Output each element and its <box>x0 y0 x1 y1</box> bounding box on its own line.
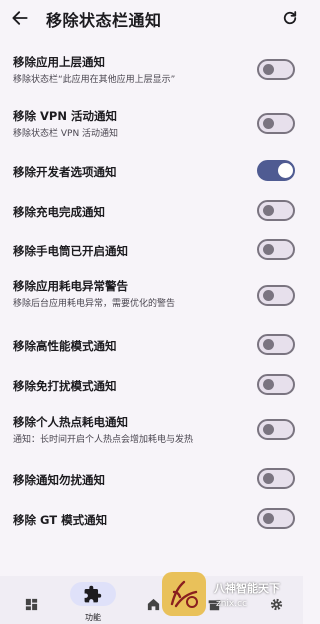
top-app-bar: 移除状态栏通知 <box>0 0 303 36</box>
setting-row-flashlight[interactable]: 移除手电筒已开启通知 <box>0 237 303 263</box>
setting-subtitle: 移除状态栏“此应用在其他应用上层显示” <box>13 75 176 85</box>
switch-knob <box>263 244 274 255</box>
toggle-switch[interactable] <box>257 508 295 529</box>
setting-row-developer[interactable]: 移除开发者选项通知 <box>0 158 303 184</box>
setting-row-gt-mode[interactable]: 移除 GT 模式通知 <box>0 506 303 532</box>
nav-label-features: 功能 <box>85 613 101 622</box>
toggle-switch[interactable] <box>257 160 295 181</box>
switch-knob <box>263 290 274 301</box>
setting-row-vpn[interactable]: 移除 VPN 活动通知 移除状态栏 VPN 活动通知 <box>0 106 303 144</box>
setting-title: 移除个人热点耗电通知 <box>13 415 128 429</box>
watermark-text: 八神智能天下 <box>214 582 280 595</box>
toggle-switch[interactable] <box>257 468 295 489</box>
switch-knob <box>263 424 274 435</box>
toggle-switch[interactable] <box>257 334 295 355</box>
puzzle-icon <box>84 585 102 603</box>
arrow-left-icon[interactable] <box>10 8 30 28</box>
toggle-switch[interactable] <box>257 200 295 221</box>
setting-title: 移除免打扰模式通知 <box>13 379 117 393</box>
setting-title: 移除充电完成通知 <box>13 205 105 219</box>
switch-knob <box>263 473 274 484</box>
switch-knob <box>263 379 274 390</box>
dashboard-icon[interactable] <box>24 597 39 612</box>
switch-knob <box>263 205 274 216</box>
home-icon[interactable] <box>146 597 161 612</box>
setting-row-hotspot[interactable]: 移除个人热点耗电通知 通知：长时间开启个人热点会增加耗电与发热 <box>0 412 303 450</box>
setting-title: 移除 GT 模式通知 <box>13 513 108 527</box>
switch-knob <box>278 163 293 178</box>
setting-title: 移除通知勿扰通知 <box>13 473 105 487</box>
setting-subtitle: 移除后台应用耗电异常，需要优化的警告 <box>13 299 176 309</box>
page-title: 移除状态栏通知 <box>46 11 162 30</box>
setting-title: 移除应用耗电异常警告 <box>13 279 128 293</box>
toggle-switch[interactable] <box>257 59 295 80</box>
setting-title: 移除应用上层通知 <box>13 55 105 69</box>
setting-title: 移除 VPN 活动通知 <box>13 109 117 123</box>
toggle-switch[interactable] <box>257 419 295 440</box>
toggle-switch[interactable] <box>257 239 295 260</box>
switch-knob <box>263 118 274 129</box>
switch-knob <box>263 339 274 350</box>
watermark-logo <box>162 572 206 616</box>
setting-subtitle: 移除状态栏 VPN 活动通知 <box>13 129 119 139</box>
switch-knob <box>263 513 274 524</box>
hand-logo-icon <box>170 580 198 608</box>
setting-row-dnd-mode[interactable]: 移除免打扰模式通知 <box>0 372 303 398</box>
watermark-domain: znix.cc <box>216 599 248 609</box>
setting-title: 移除高性能模式通知 <box>13 339 117 353</box>
setting-row-battery-warning[interactable]: 移除应用耗电异常警告 移除后台应用耗电异常，需要优化的警告 <box>0 276 303 314</box>
setting-row-performance[interactable]: 移除高性能模式通知 <box>0 332 303 358</box>
setting-row-notification-dnd[interactable]: 移除通知勿扰通知 <box>0 466 303 492</box>
toggle-switch[interactable] <box>257 285 295 306</box>
toggle-switch[interactable] <box>257 113 295 134</box>
toggle-switch[interactable] <box>257 374 295 395</box>
setting-title: 移除开发者选项通知 <box>13 165 117 179</box>
setting-row-overlay[interactable]: 移除应用上层通知 移除状态栏“此应用在其他应用上层显示” <box>0 52 303 90</box>
refresh-icon[interactable] <box>281 9 299 27</box>
switch-knob <box>263 64 274 75</box>
watermark-overlay: 八神智能天下 znix.cc <box>162 572 303 624</box>
setting-title: 移除手电筒已开启通知 <box>13 244 128 258</box>
setting-row-charging[interactable]: 移除充电完成通知 <box>0 198 303 224</box>
setting-subtitle: 通知：长时间开启个人热点会增加耗电与发热 <box>13 435 194 445</box>
